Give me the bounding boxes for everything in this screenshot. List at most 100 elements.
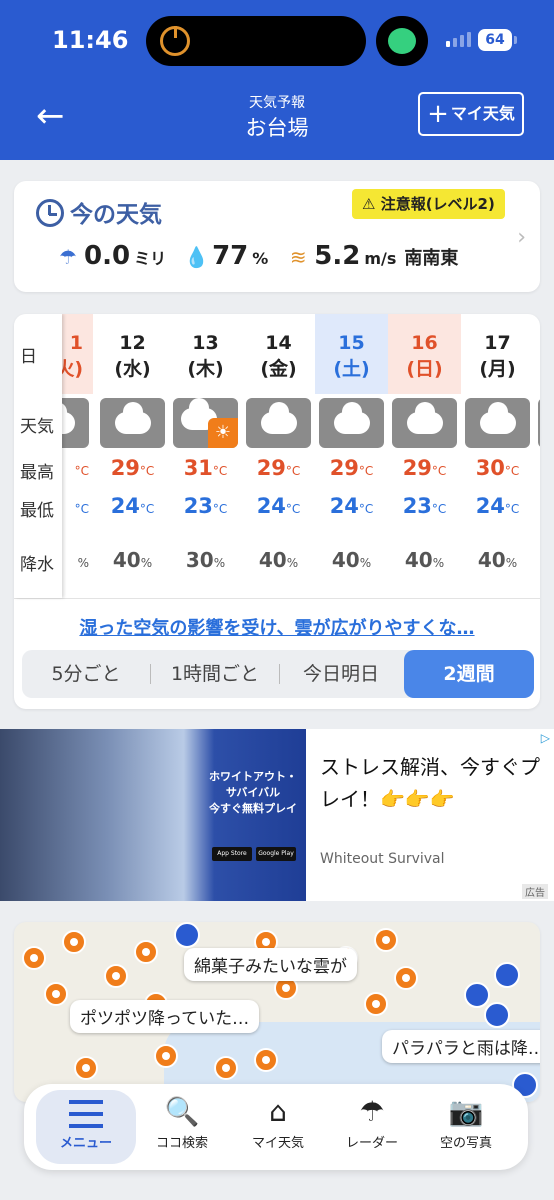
day-rain: 40 — [477, 548, 506, 572]
sunny-report-marker[interactable] — [104, 964, 128, 988]
report-bubble[interactable]: パラパラと雨は降… — [382, 1030, 540, 1063]
label-high: 最高 — [20, 463, 54, 483]
day-date: 17 — [484, 332, 511, 354]
day-high-unit: °C — [74, 464, 89, 478]
day-high: 31 — [183, 456, 213, 480]
umbrella-icon: ☂ — [359, 1095, 385, 1128]
add-my-weather-button[interactable]: + マイ天気 — [418, 92, 524, 136]
temp-unit: °C — [285, 502, 301, 516]
current-weather-card[interactable]: 今の天気 ⚠ 注意報(レベル2) ☂ 0.0 ミリ 💧 77 % ≋ 5.2 m… — [14, 181, 540, 292]
cloudy-icon — [538, 398, 540, 448]
temp-unit: °C — [212, 502, 228, 516]
cloudy-icon — [100, 398, 165, 448]
sunny-report-marker[interactable] — [74, 1056, 98, 1080]
rain-unit: % — [432, 556, 445, 570]
sun-icon: ☀ — [208, 418, 238, 448]
day-rain: 40 — [331, 548, 360, 572]
wind-unit: m/s — [364, 249, 397, 268]
tab-location-search[interactable]: 🔍 ココ検索 — [132, 1090, 232, 1164]
sunny-report-marker[interactable] — [134, 940, 158, 964]
bottom-tab-bar: メニュー 🔍 ココ検索 ⌂ マイ天気 ☂ レーダー 📷 空の写真 — [24, 1084, 528, 1170]
forecast-summary-link[interactable]: 湿った空気の影響を受け、雲が広がりやすくな… — [14, 614, 540, 640]
my-weather-label: マイ天気 — [450, 104, 515, 123]
tab-sky-photos[interactable]: 📷 空の写真 — [416, 1090, 516, 1164]
temp-unit: °C — [431, 464, 447, 478]
temp-unit: °C — [504, 502, 520, 516]
sunny-report-marker[interactable] — [254, 1048, 278, 1072]
label-low: 最低 — [20, 501, 54, 521]
current-weather-label: 今の天気 — [70, 202, 162, 228]
day-high: 29 — [329, 456, 359, 480]
day-dow: (水) — [114, 358, 151, 380]
tab-menu[interactable]: メニュー — [36, 1090, 136, 1164]
forecast-day-18[interactable] — [534, 314, 540, 598]
rain-unit: % — [505, 556, 518, 570]
forecast-day-12[interactable]: 12 (水) 29°C 24°C 40% — [96, 314, 169, 598]
day-date: 1 — [69, 332, 83, 354]
dynamic-island — [146, 16, 366, 66]
tab-radar[interactable]: ☂ レーダー — [322, 1090, 422, 1164]
day-high: 29 — [402, 456, 432, 480]
tab-label: メニュー — [59, 1136, 112, 1151]
sunny-report-marker[interactable] — [214, 1056, 238, 1080]
day-low: 24 — [475, 494, 505, 518]
ad-label: 広告 — [522, 884, 548, 899]
tab-5min[interactable]: 5分ごと — [22, 650, 150, 698]
forecast-columns[interactable]: 1 火) °C °C % 12 (水) 29°C 24°C 40% 13 (木) ☀ … — [62, 314, 540, 598]
forecast-day-13[interactable]: 13 (木) ☀ 31°C 23°C 30% — [169, 314, 242, 598]
wind-value: 5.2 — [314, 241, 361, 271]
label-rain: 降水 — [20, 555, 54, 575]
forecast-day-17[interactable]: 17 (月) 30°C 24°C 40% — [461, 314, 534, 598]
forecast-day-16[interactable]: 16 (日) 29°C 23°C 40% — [388, 314, 461, 598]
report-bubble[interactable]: 綿菓子みたいな雲が — [184, 948, 357, 981]
rain-report-marker[interactable] — [494, 962, 520, 988]
forecast-day-14[interactable]: 14 (金) 29°C 24°C 40% — [242, 314, 315, 598]
weather-report-map[interactable]: 綿菓子みたいな雲が ポツポツ降っていた… パラパラと雨は降… — [14, 922, 540, 1102]
temp-unit: °C — [285, 464, 301, 478]
tab-my-weather[interactable]: ⌂ マイ天気 — [228, 1090, 328, 1164]
rain-unit: % — [213, 556, 226, 570]
cloudy-icon — [62, 398, 89, 448]
day-low: 24 — [329, 494, 359, 518]
day-date: 14 — [265, 332, 292, 354]
day-dow: (金) — [260, 358, 297, 380]
day-low: 24 — [110, 494, 140, 518]
current-weather-title: 今の天気 — [36, 195, 162, 229]
forecast-day-15[interactable]: 15 (土) 29°C 24°C 40% — [315, 314, 388, 598]
wind-direction: 南南東 — [404, 248, 459, 269]
divider — [14, 598, 540, 599]
sunny-report-marker[interactable] — [62, 930, 86, 954]
sunny-report-marker[interactable] — [374, 928, 398, 952]
forecast-range-tabs: 5分ごと 1時間ごと 今日明日 2週間 — [22, 650, 534, 698]
rain-unit: % — [140, 556, 153, 570]
advertisement-banner[interactable]: ホワイトアウト・サバイバル 今すぐ無料プレイ App Store Google P… — [0, 729, 554, 901]
status-time: 11:46 — [52, 26, 129, 54]
day-rain: 30 — [185, 548, 214, 572]
report-bubble[interactable]: ポツポツ降っていた… — [70, 1000, 260, 1033]
app-header: ← 天気予報 お台場 + マイ天気 — [0, 80, 554, 160]
day-dow: (木) — [187, 358, 224, 380]
day-date: 12 — [119, 332, 146, 354]
rain-report-marker[interactable] — [174, 922, 200, 948]
forecast-day-11[interactable]: 1 火) °C °C % — [62, 314, 93, 598]
rain-report-marker[interactable] — [464, 982, 490, 1008]
day-low: 24 — [256, 494, 286, 518]
tab-2weeks[interactable]: 2週間 — [404, 650, 534, 698]
cloudy-icon — [392, 398, 457, 448]
sunny-report-marker[interactable] — [22, 946, 46, 970]
sunny-report-marker[interactable] — [394, 966, 418, 990]
tab-today-tomorrow[interactable]: 今日明日 — [280, 650, 402, 698]
warning-badge[interactable]: ⚠ 注意報(レベル2) — [352, 189, 505, 219]
ad-choices-icon[interactable]: ▷ — [541, 731, 550, 745]
cloudy-icon — [465, 398, 530, 448]
sunny-report-marker[interactable] — [44, 982, 68, 1006]
tab-hourly[interactable]: 1時間ごと — [151, 650, 279, 698]
cloudy-then-sunny-icon: ☀ — [173, 398, 238, 448]
ad-cta: 今すぐ無料プレイ — [209, 802, 297, 815]
sunny-report-marker[interactable] — [364, 992, 388, 1016]
sunny-report-marker[interactable] — [154, 1044, 178, 1068]
rain-report-marker[interactable] — [484, 1002, 510, 1028]
ad-headline[interactable]: ストレス解消、今すぐプレイ！👉👉👉 — [320, 751, 542, 815]
ad-logo-text: ホワイトアウト・サバイバル — [209, 770, 297, 799]
ad-image[interactable]: ホワイトアウト・サバイバル 今すぐ無料プレイ App Store Google P… — [0, 729, 306, 901]
